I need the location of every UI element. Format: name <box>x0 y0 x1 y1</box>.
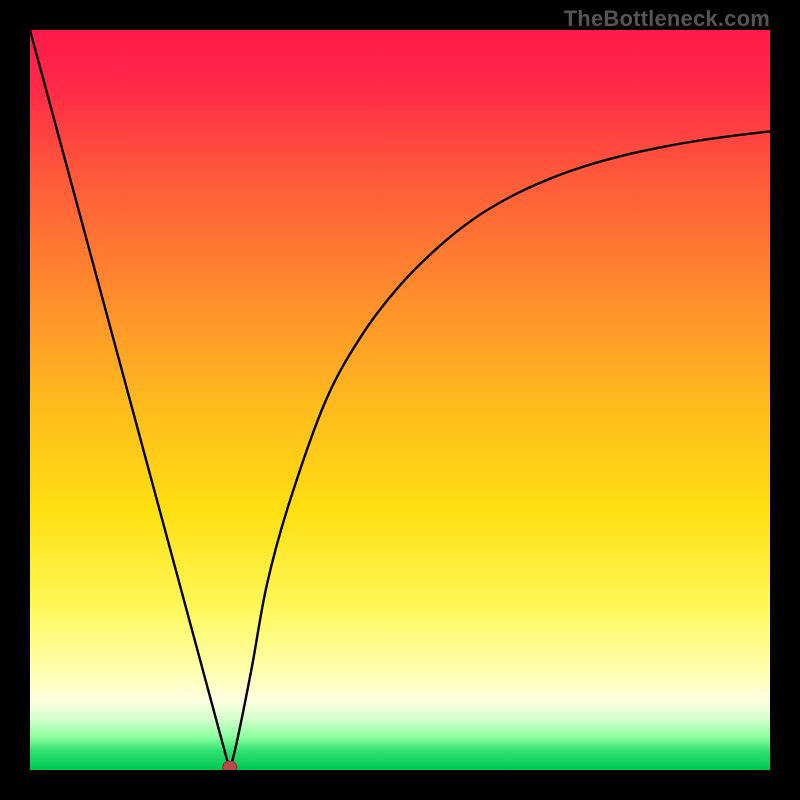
watermark-text: TheBottleneck.com <box>564 6 770 32</box>
bottleneck-curve <box>30 30 770 770</box>
plot-svg <box>30 30 770 770</box>
chart-frame <box>30 30 770 770</box>
optimum-marker <box>223 761 237 770</box>
